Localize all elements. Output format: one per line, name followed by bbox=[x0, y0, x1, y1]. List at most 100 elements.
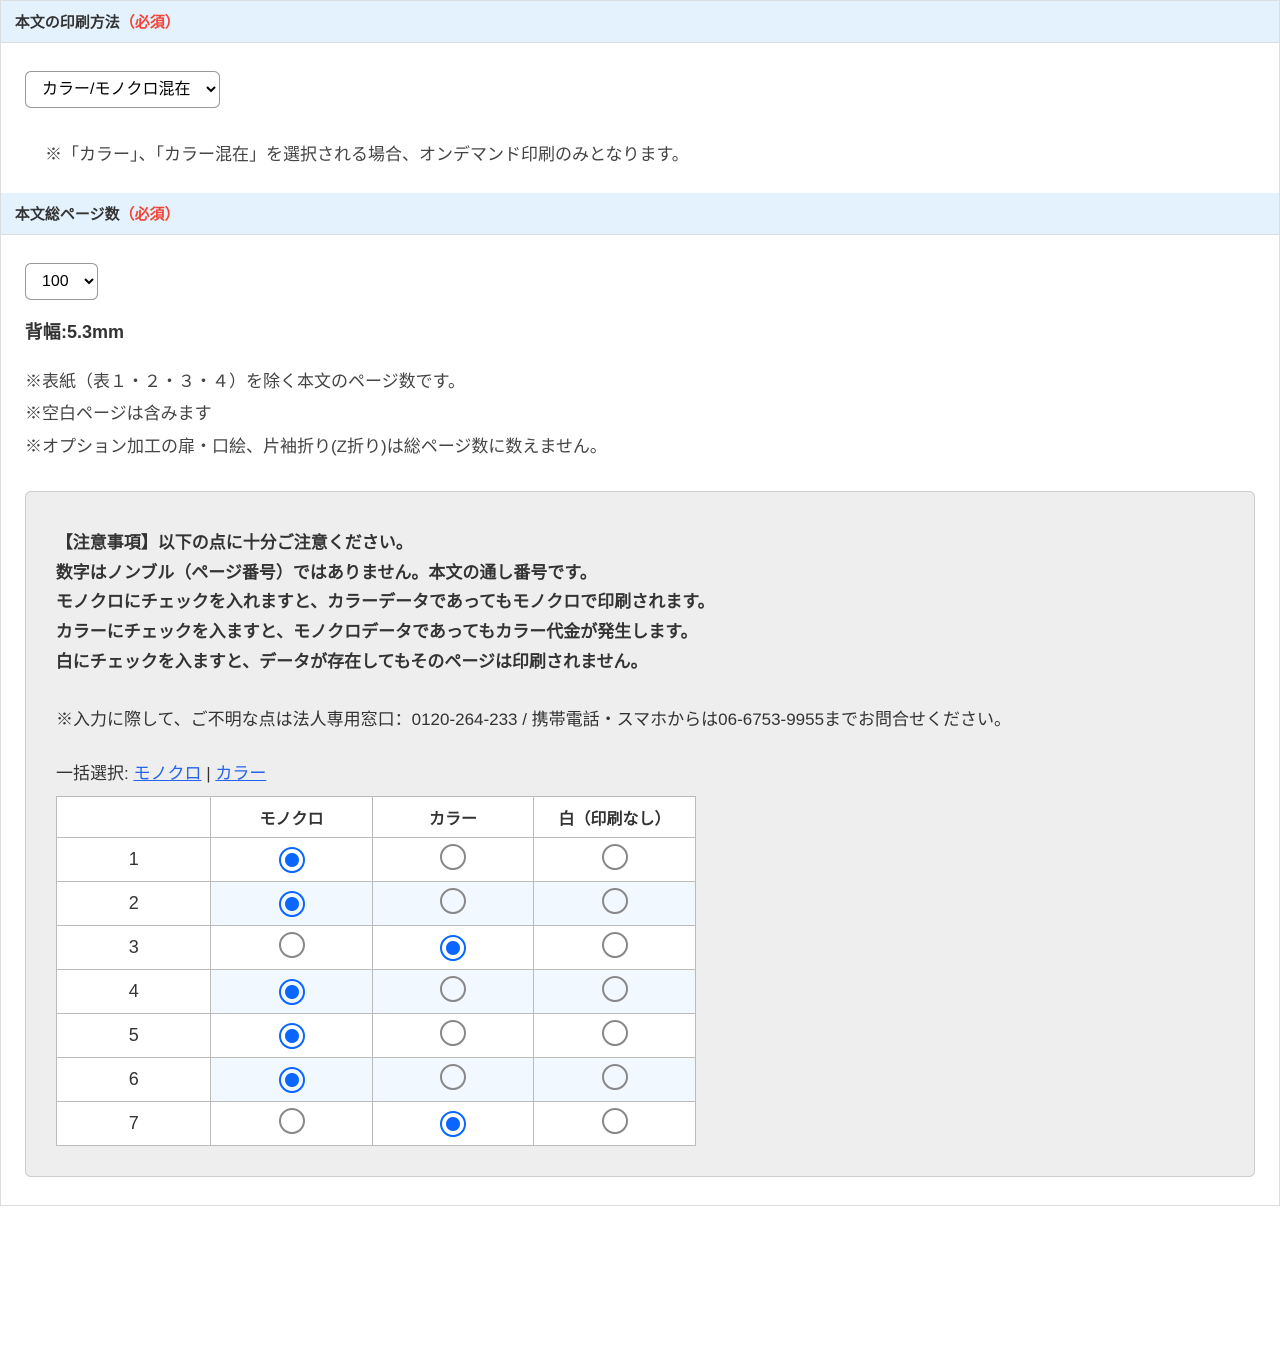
note-line: ※空白ページは含みます bbox=[25, 398, 1255, 430]
radio-dot-icon bbox=[285, 1073, 299, 1087]
radio-cell-color bbox=[372, 1058, 534, 1102]
table-header-white: 白（印刷なし） bbox=[534, 797, 696, 838]
note-line: ※オプション加工の扉・口絵、片袖折り(Z折り)は総ページ数に数えません。 bbox=[25, 431, 1255, 463]
radio-cell-color bbox=[372, 1102, 534, 1146]
radio-cell-mono bbox=[211, 1058, 373, 1102]
radio-dot-icon bbox=[446, 1117, 460, 1131]
table-header-row: モノクロ カラー 白（印刷なし） bbox=[57, 797, 696, 838]
table-row: 7 bbox=[57, 1102, 696, 1146]
radio-cell-white bbox=[534, 926, 696, 970]
radio-mono[interactable] bbox=[279, 891, 305, 917]
table-row: 2 bbox=[57, 882, 696, 926]
page-number-cell: 3 bbox=[57, 926, 211, 970]
radio-color[interactable] bbox=[440, 1111, 466, 1137]
radio-mono[interactable] bbox=[279, 1108, 305, 1134]
radio-dot-icon bbox=[285, 853, 299, 867]
print-method-title: 本文の印刷方法 bbox=[15, 14, 120, 31]
spine-width: 背幅:5.3mm bbox=[25, 318, 1255, 344]
print-method-select[interactable]: カラー/モノクロ混在 bbox=[25, 71, 220, 108]
radio-cell-white bbox=[534, 838, 696, 882]
radio-dot-icon bbox=[285, 897, 299, 911]
note-line: ※表紙（表１・２・３・４）を除く本文のページ数です。 bbox=[25, 366, 1255, 398]
caution-bold-block: 【注意事項】以下の点に十分ご注意ください。 数字はノンブル（ページ番号）ではあり… bbox=[56, 528, 1224, 677]
radio-cell-color bbox=[372, 926, 534, 970]
bulk-select-mono[interactable]: モノクロ bbox=[133, 764, 201, 783]
radio-white[interactable] bbox=[602, 844, 628, 870]
page-number-cell: 2 bbox=[57, 882, 211, 926]
radio-cell-mono bbox=[211, 970, 373, 1014]
page-table-body: 1234567 bbox=[57, 838, 696, 1146]
print-method-note: ※「カラー」、「カラー混在」を選択される場合、オンデマンド印刷のみとなります。 bbox=[45, 140, 1255, 165]
radio-color[interactable] bbox=[440, 888, 466, 914]
radio-white[interactable] bbox=[602, 932, 628, 958]
radio-cell-mono bbox=[211, 1102, 373, 1146]
table-row: 1 bbox=[57, 838, 696, 882]
page-number-cell: 4 bbox=[57, 970, 211, 1014]
bulk-sep: | bbox=[201, 764, 215, 783]
caution-line: 白にチェックを入ますと、データが存在してもそのページは印刷されません。 bbox=[56, 647, 1224, 677]
radio-cell-mono bbox=[211, 882, 373, 926]
radio-cell-white bbox=[534, 970, 696, 1014]
table-row: 6 bbox=[57, 1058, 696, 1102]
caution-line: 数字はノンブル（ページ番号）ではありません。本文の通し番号です。 bbox=[56, 558, 1224, 588]
radio-white[interactable] bbox=[602, 1064, 628, 1090]
table-row: 5 bbox=[57, 1014, 696, 1058]
radio-cell-white bbox=[534, 1102, 696, 1146]
radio-color[interactable] bbox=[440, 1064, 466, 1090]
page-number-cell: 7 bbox=[57, 1102, 211, 1146]
caution-line: カラーにチェックを入ますと、モノクロデータであってもカラー代金が発生します。 bbox=[56, 617, 1224, 647]
contact-note: ※入力に際して、ご不明な点は法人専用窓口：0120-264-233 / 携帯電話… bbox=[56, 705, 1224, 736]
radio-mono[interactable] bbox=[279, 847, 305, 873]
table-row: 4 bbox=[57, 970, 696, 1014]
page-count-body: 100 背幅:5.3mm ※表紙（表１・２・３・４）を除く本文のページ数です。 … bbox=[1, 235, 1279, 1205]
radio-cell-mono bbox=[211, 926, 373, 970]
radio-cell-white bbox=[534, 1014, 696, 1058]
table-header-color: カラー bbox=[372, 797, 534, 838]
caution-box: 【注意事項】以下の点に十分ご注意ください。 数字はノンブル（ページ番号）ではあり… bbox=[25, 491, 1255, 1177]
bulk-select-color[interactable]: カラー bbox=[215, 764, 266, 783]
radio-color[interactable] bbox=[440, 935, 466, 961]
radio-white[interactable] bbox=[602, 976, 628, 1002]
page-number-cell: 1 bbox=[57, 838, 211, 882]
page-count-notes: ※表紙（表１・２・３・４）を除く本文のページ数です。 ※空白ページは含みます ※… bbox=[25, 366, 1255, 463]
radio-white[interactable] bbox=[602, 1020, 628, 1046]
radio-cell-white bbox=[534, 1058, 696, 1102]
radio-dot-icon bbox=[446, 941, 460, 955]
caution-heading: 【注意事項】以下の点に十分ご注意ください。 bbox=[56, 528, 1224, 558]
form-container: 本文の印刷方法（必須） カラー/モノクロ混在 ※「カラー」、「カラー混在」を選択… bbox=[0, 0, 1280, 1206]
spine-label: 背幅: bbox=[25, 322, 67, 342]
radio-mono[interactable] bbox=[279, 979, 305, 1005]
page-number-cell: 5 bbox=[57, 1014, 211, 1058]
radio-cell-mono bbox=[211, 1014, 373, 1058]
radio-cell-mono bbox=[211, 838, 373, 882]
required-label: （必須） bbox=[120, 14, 180, 31]
radio-dot-icon bbox=[285, 1029, 299, 1043]
radio-color[interactable] bbox=[440, 844, 466, 870]
print-method-body: カラー/モノクロ混在 ※「カラー」、「カラー混在」を選択される場合、オンデマンド… bbox=[1, 43, 1279, 193]
page-count-header: 本文総ページ数（必須） bbox=[1, 193, 1279, 235]
radio-dot-icon bbox=[285, 985, 299, 999]
radio-mono[interactable] bbox=[279, 1067, 305, 1093]
page-selection-table: モノクロ カラー 白（印刷なし） 1234567 bbox=[56, 796, 696, 1146]
page-count-select[interactable]: 100 bbox=[25, 263, 98, 300]
page-number-cell: 6 bbox=[57, 1058, 211, 1102]
radio-color[interactable] bbox=[440, 1020, 466, 1046]
required-label: （必須） bbox=[120, 206, 180, 223]
radio-cell-color bbox=[372, 1014, 534, 1058]
radio-cell-color bbox=[372, 970, 534, 1014]
radio-mono[interactable] bbox=[279, 1023, 305, 1049]
radio-cell-color bbox=[372, 838, 534, 882]
bulk-select: 一括選択: モノクロ | カラー bbox=[56, 759, 1224, 784]
print-method-header: 本文の印刷方法（必須） bbox=[1, 1, 1279, 43]
radio-color[interactable] bbox=[440, 976, 466, 1002]
table-header-page bbox=[57, 797, 211, 838]
radio-cell-color bbox=[372, 882, 534, 926]
table-row: 3 bbox=[57, 926, 696, 970]
page-count-title: 本文総ページ数 bbox=[15, 206, 120, 223]
radio-white[interactable] bbox=[602, 1108, 628, 1134]
spine-value: 5.3mm bbox=[67, 322, 124, 342]
radio-mono[interactable] bbox=[279, 932, 305, 958]
bulk-label: 一括選択: bbox=[56, 764, 129, 783]
radio-white[interactable] bbox=[602, 888, 628, 914]
caution-line: モノクロにチェックを入れますと、カラーデータであってもモノクロで印刷されます。 bbox=[56, 587, 1224, 617]
